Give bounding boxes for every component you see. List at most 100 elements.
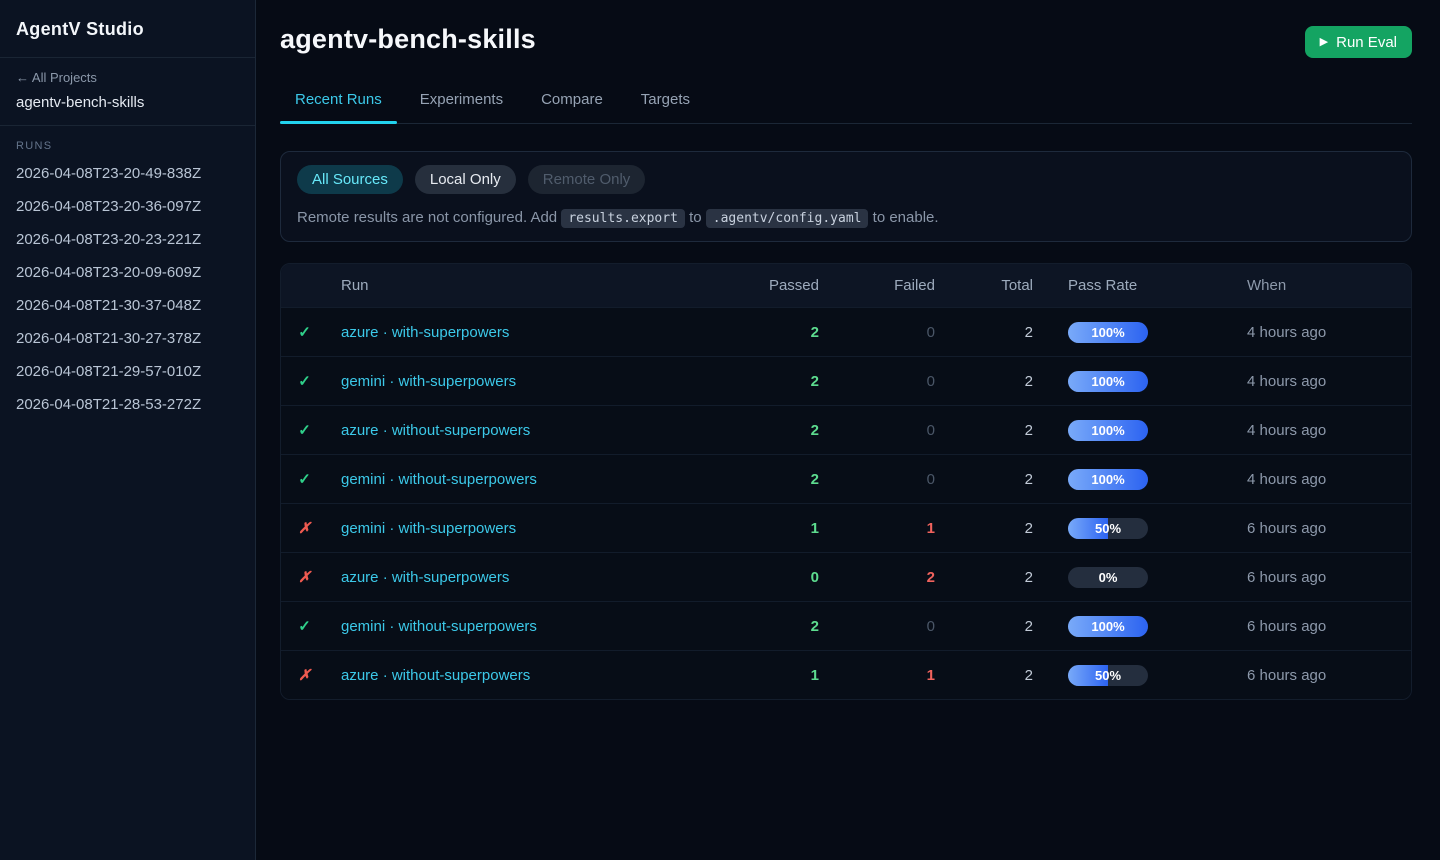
x-icon: ✗ <box>298 520 311 537</box>
total-count: 2 <box>935 569 1033 586</box>
check-icon: ✓ <box>298 324 311 341</box>
failed-count: 0 <box>819 373 935 390</box>
pass-rate-badge: 50% <box>1068 665 1148 686</box>
pass-rate-label: 100% <box>1068 420 1148 441</box>
run-column-header: Run <box>341 277 699 294</box>
pass-rate-label: 50% <box>1068 665 1148 686</box>
total-count: 2 <box>935 520 1033 537</box>
sidebar-run-item[interactable]: 2026-04-08T21-28-53-272Z <box>0 388 255 421</box>
sidebar-run-item[interactable]: 2026-04-08T23-20-49-838Z <box>0 157 255 190</box>
source-filter-card: All Sources Local Only Remote Only Remote … <box>280 151 1412 242</box>
tab-targets[interactable]: Targets <box>626 91 705 123</box>
total-count: 2 <box>935 471 1033 488</box>
sidebar-run-item[interactable]: 2026-04-08T23-20-23-221Z <box>0 223 255 256</box>
table-row: ✓ gemini · without-superpowers 2 0 2 100… <box>281 601 1411 650</box>
sidebar-run-item[interactable]: 2026-04-08T21-30-27-378Z <box>0 322 255 355</box>
remote-results-notice: Remote results are not configured. Add r… <box>297 209 1395 226</box>
when-column-header: When <box>1233 277 1411 294</box>
pass-rate-badge: 100% <box>1068 322 1148 343</box>
failed-column-header: Failed <box>819 277 935 294</box>
notice-suffix: to enable. <box>868 209 938 226</box>
passed-count: 2 <box>699 422 819 439</box>
pass-rate-label: 50% <box>1068 518 1148 539</box>
sidebar-run-item[interactable]: 2026-04-08T23-20-36-097Z <box>0 190 255 223</box>
table-row: ✗ azure · without-superpowers 1 1 2 50% … <box>281 650 1411 699</box>
page-title: agentv-bench-skills <box>280 24 536 55</box>
main-content: agentv-bench-skills ▶ Run Eval Recent Ru… <box>256 0 1440 860</box>
sidebar-run-item[interactable]: 2026-04-08T21-29-57-010Z <box>0 355 255 388</box>
chip-local-only[interactable]: Local Only <box>415 165 516 194</box>
run-eval-button[interactable]: ▶ Run Eval <box>1305 26 1412 58</box>
check-icon: ✓ <box>298 422 311 439</box>
sidebar-project-name: agentv-bench-skills <box>16 94 239 111</box>
pass-rate-label: 100% <box>1068 469 1148 490</box>
passed-count: 1 <box>699 667 819 684</box>
x-icon: ✗ <box>298 667 311 684</box>
table-row: ✓ azure · without-superpowers 2 0 2 100%… <box>281 405 1411 454</box>
pass-rate-badge: 100% <box>1068 616 1148 637</box>
table-body: ✓ azure · with-superpowers 2 0 2 100% 4 … <box>281 307 1411 699</box>
check-icon: ✓ <box>298 471 311 488</box>
pass-rate-column-header: Pass Rate <box>1033 277 1233 294</box>
runs-section-label: RUNS <box>0 126 255 157</box>
total-count: 2 <box>935 667 1033 684</box>
pass-rate-label: 100% <box>1068 322 1148 343</box>
pass-rate-badge: 100% <box>1068 469 1148 490</box>
app-title: AgentV Studio <box>16 19 239 40</box>
failed-count: 2 <box>819 569 935 586</box>
when-cell: 4 hours ago <box>1233 471 1411 488</box>
failed-count: 0 <box>819 471 935 488</box>
notice-prefix: Remote results are not configured. Add <box>297 209 561 226</box>
code-results-export: results.export <box>561 209 685 228</box>
table-row: ✓ gemini · with-superpowers 2 0 2 100% 4… <box>281 356 1411 405</box>
run-link[interactable]: gemini · without-superpowers <box>341 618 537 635</box>
run-link[interactable]: azure · without-superpowers <box>341 667 530 684</box>
total-count: 2 <box>935 618 1033 635</box>
passed-count: 2 <box>699 324 819 341</box>
sidebar-run-item[interactable]: 2026-04-08T23-20-09-609Z <box>0 256 255 289</box>
all-projects-back-link[interactable]: ← All Projects <box>16 70 239 85</box>
passed-count: 0 <box>699 569 819 586</box>
table-row: ✓ gemini · without-superpowers 2 0 2 100… <box>281 454 1411 503</box>
passed-column-header: Passed <box>699 277 819 294</box>
run-link[interactable]: gemini · with-superpowers <box>341 373 516 390</box>
when-cell: 6 hours ago <box>1233 667 1411 684</box>
table-row: ✗ azure · with-superpowers 0 2 2 0% 6 ho… <box>281 552 1411 601</box>
play-icon: ▶ <box>1320 37 1328 48</box>
failed-count: 0 <box>819 422 935 439</box>
total-count: 2 <box>935 324 1033 341</box>
check-icon: ✓ <box>298 618 311 635</box>
passed-count: 2 <box>699 618 819 635</box>
when-cell: 4 hours ago <box>1233 324 1411 341</box>
run-link[interactable]: gemini · with-superpowers <box>341 520 516 537</box>
pass-rate-badge: 50% <box>1068 518 1148 539</box>
x-icon: ✗ <box>298 569 311 586</box>
sidebar: AgentV Studio ← All Projects agentv-benc… <box>0 0 256 860</box>
table-row: ✓ azure · with-superpowers 2 0 2 100% 4 … <box>281 307 1411 356</box>
sidebar-runs-list: 2026-04-08T23-20-49-838Z2026-04-08T23-20… <box>0 157 255 421</box>
total-column-header: Total <box>935 277 1033 294</box>
sidebar-project-section: ← All Projects agentv-bench-skills <box>0 58 255 126</box>
table-header-row: Run Passed Failed Total Pass Rate When <box>281 264 1411 307</box>
passed-count: 1 <box>699 520 819 537</box>
when-cell: 4 hours ago <box>1233 373 1411 390</box>
passed-count: 2 <box>699 471 819 488</box>
total-count: 2 <box>935 373 1033 390</box>
chip-all-sources[interactable]: All Sources <box>297 165 403 194</box>
sidebar-header: AgentV Studio <box>0 0 255 58</box>
tab-compare[interactable]: Compare <box>526 91 618 123</box>
total-count: 2 <box>935 422 1033 439</box>
tab-experiments[interactable]: Experiments <box>405 91 518 123</box>
tab-bar: Recent RunsExperimentsCompareTargets <box>280 91 1412 124</box>
run-link[interactable]: azure · with-superpowers <box>341 324 509 341</box>
run-link[interactable]: gemini · without-superpowers <box>341 471 537 488</box>
when-cell: 4 hours ago <box>1233 422 1411 439</box>
code-config-yaml: .agentv/config.yaml <box>706 209 869 228</box>
check-icon: ✓ <box>298 373 311 390</box>
sidebar-run-item[interactable]: 2026-04-08T21-30-37-048Z <box>0 289 255 322</box>
run-link[interactable]: azure · without-superpowers <box>341 422 530 439</box>
run-link[interactable]: azure · with-superpowers <box>341 569 509 586</box>
tab-recent-runs[interactable]: Recent Runs <box>280 91 397 123</box>
failed-count: 1 <box>819 667 935 684</box>
chip-remote-only[interactable]: Remote Only <box>528 165 646 194</box>
